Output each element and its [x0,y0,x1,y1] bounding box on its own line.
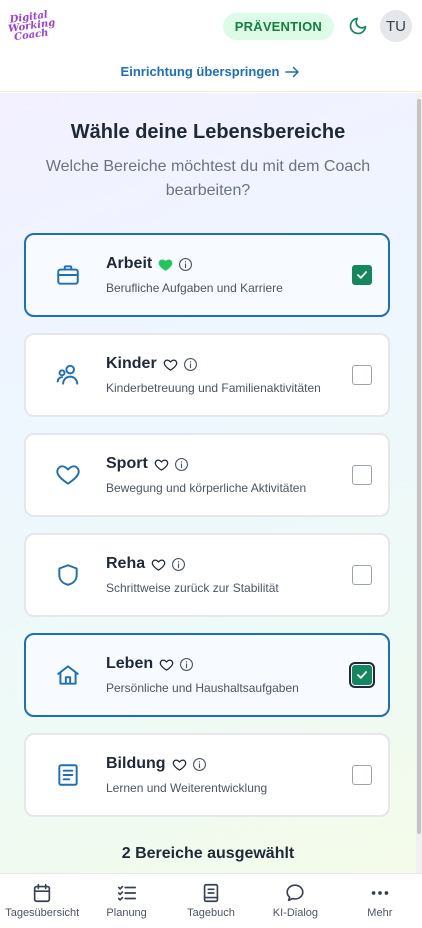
nav-mehr[interactable]: Mehr [338,874,422,928]
area-description: Bewegung und körperliche Aktivitäten [106,481,307,495]
moon-icon[interactable] [348,16,368,36]
favorite-heart-icon[interactable] [159,657,174,672]
area-description: Kinderbetreuung und Familienaktivitäten [106,381,321,395]
skip-setup-link[interactable]: Einrichtung überspringen [121,63,302,81]
area-card-reha[interactable]: Reha Schrittweise zurück zur Stabilität [24,533,390,617]
check-icon [357,671,367,679]
favorite-heart-icon[interactable] [163,357,178,372]
area-checkbox[interactable] [352,365,372,385]
area-title: Sport [106,455,148,472]
shield-icon [52,559,84,591]
area-checkbox[interactable] [352,265,372,285]
area-description: Persönliche und Haushaltsaufgaben [106,681,299,695]
area-card-arbeit[interactable]: Arbeit Berufliche Aufgaben und Karriere [24,233,390,317]
heart-icon [52,459,84,491]
area-card-sport[interactable]: Sport Bewegung und körperliche Aktivität… [24,433,390,517]
area-title: Arbeit [106,255,153,272]
scrollbar-thumb[interactable] [417,99,421,834]
info-icon[interactable] [183,357,198,372]
area-card-bildung[interactable]: Bildung Lernen und Weiterentwicklung [24,733,390,817]
app-header: Digital Working Coach PRÄVENTION TU [0,0,422,52]
more-icon [371,891,389,895]
journal-icon [203,883,219,903]
favorite-heart-icon[interactable] [154,457,169,472]
info-icon[interactable] [171,557,186,572]
book-icon [52,759,84,791]
main-content: Wähle deine Lebensbereiche Welche Bereic… [0,93,416,873]
nav-tagesuebersicht[interactable]: Tagesübersicht [0,874,84,928]
area-title: Reha [106,555,146,572]
check-icon [357,271,367,279]
area-checkbox[interactable] [352,765,372,785]
calendar-icon [34,883,51,903]
home-icon [52,659,84,691]
checklist-icon [117,885,136,901]
info-icon[interactable] [192,757,207,772]
arrow-right-icon [285,66,300,77]
avatar[interactable]: TU [380,10,412,42]
area-description: Lernen und Weiterentwicklung [106,781,268,795]
favorite-heart-icon[interactable] [172,757,187,772]
area-title: Kinder [106,355,157,372]
area-checkbox[interactable] [352,465,372,485]
nav-ki-dialog[interactable]: KI-Dialog [253,874,337,928]
info-icon[interactable] [174,457,189,472]
area-card-kinder[interactable]: Kinder Kinderbetreuung und Familienaktiv… [24,333,390,417]
briefcase-icon [52,259,84,291]
page-subtitle: Welche Bereiche möchtest du mit dem Coac… [45,158,371,199]
area-description: Schrittweise zurück zur Stabilität [106,581,279,595]
scrollbar[interactable] [416,93,422,873]
app-logo[interactable]: Digital Working Coach [5,3,55,49]
area-checkbox[interactable] [352,565,372,585]
favorite-heart-icon[interactable] [158,257,173,272]
favorite-heart-icon[interactable] [151,557,166,572]
nav-planung[interactable]: Planung [84,874,168,928]
area-title: Leben [106,655,154,672]
info-icon[interactable] [179,657,194,672]
people-icon [52,359,84,391]
area-card-leben[interactable]: Leben Persönliche und Haushaltsaufgaben [24,633,390,717]
area-checkbox[interactable] [349,662,375,688]
selected-count: 2 Bereiche ausgewählt [121,845,295,862]
info-icon[interactable] [178,257,193,272]
page-title: Wähle deine Lebensbereiche [70,121,346,143]
chat-icon [286,884,305,902]
area-title: Bildung [106,755,166,772]
skip-row: Einrichtung überspringen [0,52,422,92]
bottom-nav: Tagesübersicht Planung Tagebuch KI-Dialo… [0,873,422,928]
mode-badge[interactable]: PRÄVENTION [222,12,334,40]
nav-tagebuch[interactable]: Tagebuch [169,874,253,928]
area-description: Berufliche Aufgaben und Karriere [106,281,283,295]
